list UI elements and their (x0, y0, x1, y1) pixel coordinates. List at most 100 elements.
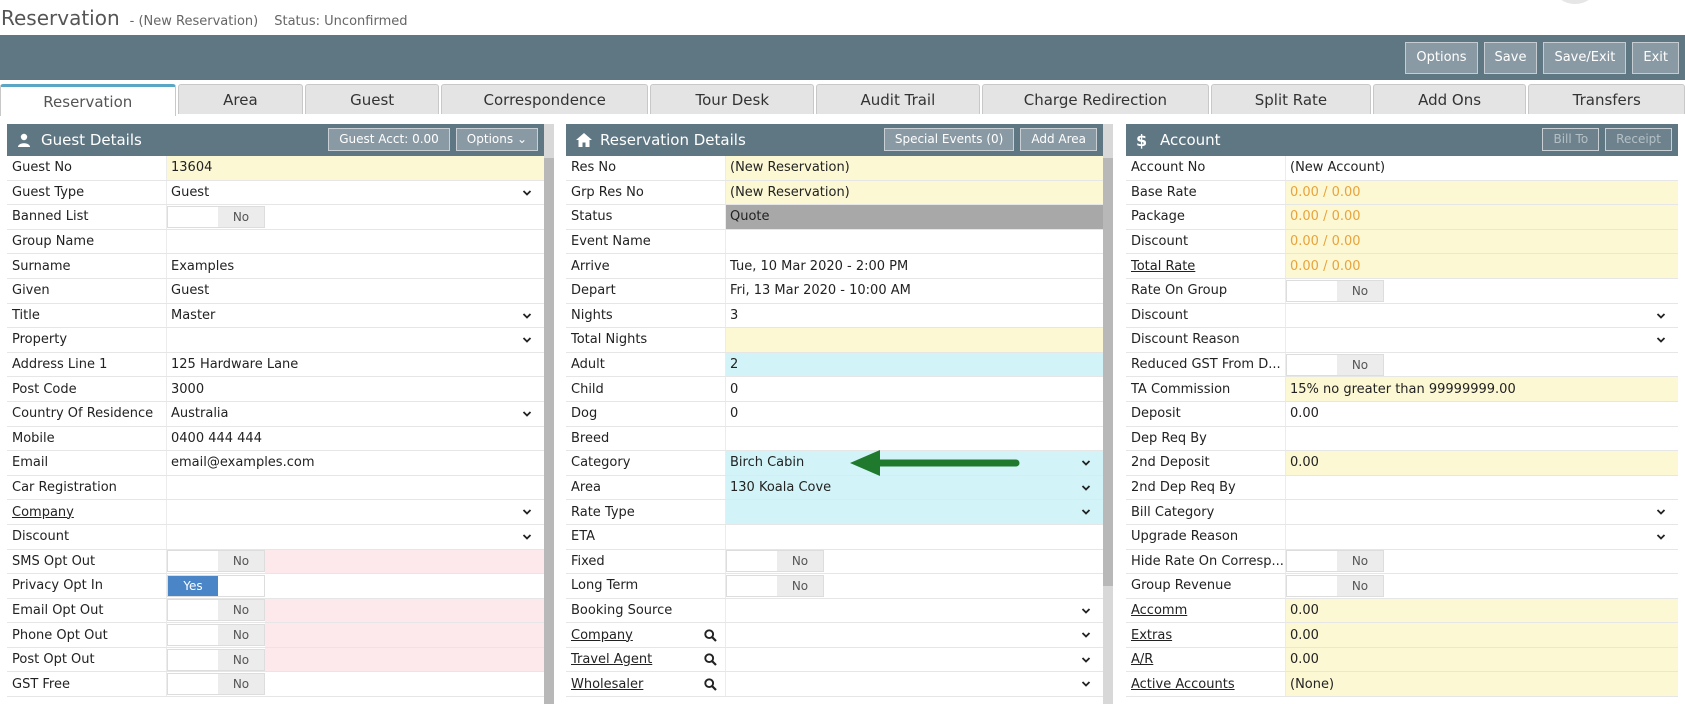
reservation-status-field[interactable]: Quote (726, 205, 1103, 229)
chevron-down-icon[interactable] (522, 335, 532, 345)
account-discount-field[interactable] (1286, 304, 1678, 328)
chevron-down-icon[interactable] (522, 311, 532, 321)
reservation-company-field[interactable] (726, 623, 1103, 647)
reservation-wholesaler-field[interactable] (726, 672, 1103, 696)
guest-given-field[interactable]: Guest (167, 279, 544, 303)
exit-button[interactable]: Exit (1632, 42, 1679, 74)
account-a-r-label[interactable]: A/R (1126, 647, 1286, 672)
options-button[interactable]: Options (1405, 42, 1478, 74)
toggle-switch[interactable]: No (1286, 353, 1384, 376)
chevron-down-icon[interactable] (522, 532, 532, 542)
guest-country-of-residence-field[interactable]: Australia (167, 402, 544, 426)
reservation-company-label[interactable]: Company (566, 623, 726, 647)
tab-tour-desk[interactable]: Tour Desk (650, 84, 815, 114)
account-rate-on-group-field[interactable]: No (1286, 279, 1678, 303)
tab-transfers[interactable]: Transfers (1528, 84, 1685, 114)
guest-email-field[interactable]: email@examples.com (167, 451, 544, 475)
chevron-down-icon[interactable] (522, 188, 532, 198)
reservation-arrive-field[interactable]: Tue, 10 Mar 2020 - 2:00 PM (726, 254, 1103, 278)
chevron-down-icon[interactable] (1081, 679, 1091, 689)
chevron-down-icon[interactable] (522, 409, 532, 419)
guest-guest-type-field[interactable]: Guest (167, 181, 544, 205)
guest-scrollbar[interactable] (544, 124, 554, 704)
guest-email-opt-out-field[interactable]: No (167, 598, 544, 623)
toggle-switch[interactable]: No (1286, 574, 1384, 597)
reservation-event-name-field[interactable] (726, 230, 1103, 254)
guest-banned-list-field[interactable]: No (167, 205, 544, 229)
toggle-switch[interactable]: No (167, 599, 265, 622)
account-accomm-label[interactable]: Accomm (1126, 598, 1286, 623)
save-exit-button[interactable]: Save/Exit (1543, 42, 1627, 74)
reservation-depart-field[interactable]: Fri, 13 Mar 2020 - 10:00 AM (726, 279, 1103, 303)
reservation-scrollbar[interactable] (1103, 124, 1113, 704)
save-button[interactable]: Save (1483, 42, 1538, 74)
guest-gst-free-field[interactable]: No (167, 672, 544, 696)
account-discount-reason-field[interactable] (1286, 328, 1678, 352)
guest-company-field[interactable] (167, 500, 544, 524)
reservation-travel-agent-label[interactable]: Travel Agent (566, 647, 726, 672)
chevron-down-icon[interactable] (1081, 655, 1091, 665)
guest-post-opt-out-field[interactable]: No (167, 647, 544, 672)
account-total-rate-label[interactable]: Total Rate (1126, 254, 1286, 278)
chevron-down-icon[interactable] (522, 507, 532, 517)
tab-audit-trail[interactable]: Audit Trail (816, 84, 980, 114)
guest-phone-opt-out-field[interactable]: No (167, 623, 544, 647)
guest-acct-button[interactable]: Guest Acct: 0.00 (328, 128, 450, 151)
guest-sms-opt-out-field[interactable]: No (167, 549, 544, 574)
toggle-switch[interactable]: No (726, 574, 824, 597)
guest-options-button[interactable]: Options ⌄ (455, 128, 538, 151)
guest-title-field[interactable]: Master (167, 304, 544, 328)
reservation-long-term-field[interactable]: No (726, 574, 1103, 598)
bill-to-button[interactable]: Bill To (1542, 128, 1600, 151)
chevron-down-icon[interactable] (1081, 606, 1091, 616)
account-bill-category-field[interactable] (1286, 500, 1678, 524)
chevron-down-icon[interactable] (1656, 311, 1666, 321)
search-icon[interactable] (704, 678, 717, 691)
reservation-booking-source-field[interactable] (726, 599, 1103, 623)
reservation-area-field[interactable]: 130 Koala Cove (726, 475, 1103, 500)
reservation-child-field[interactable]: 0 (726, 377, 1103, 401)
chevron-down-icon[interactable] (1081, 507, 1091, 517)
account-deposit-field[interactable]: 0.00 (1286, 402, 1678, 426)
guest-discount-field[interactable] (167, 525, 544, 549)
guest-car-registration-field[interactable] (167, 476, 544, 500)
toggle-switch[interactable]: No (167, 205, 265, 228)
reservation-wholesaler-label[interactable]: Wholesaler (566, 672, 726, 697)
guest-surname-field[interactable]: Examples (167, 254, 544, 278)
guest-scrollbar-thumb[interactable] (544, 158, 554, 704)
chevron-down-icon[interactable] (1656, 335, 1666, 345)
account-reduced-gst-from-d-field[interactable]: No (1286, 353, 1678, 377)
tab-add-ons[interactable]: Add Ons (1372, 84, 1527, 114)
guest-mobile-field[interactable]: 0400 444 444 (167, 427, 544, 451)
reservation-dog-field[interactable]: 0 (726, 402, 1103, 426)
tab-reservation[interactable]: Reservation (0, 84, 176, 116)
chevron-down-icon[interactable] (1656, 532, 1666, 542)
toggle-switch[interactable]: No (167, 550, 265, 573)
receipt-button[interactable]: Receipt (1605, 128, 1672, 151)
guest-address-line-1-field[interactable]: 125 Hardware Lane (167, 353, 544, 377)
account-2nd-deposit-field[interactable]: 0.00 (1286, 451, 1678, 475)
toggle-switch[interactable]: No (167, 673, 265, 696)
account-dep-req-by-field[interactable] (1286, 427, 1678, 451)
guest-property-field[interactable] (167, 328, 544, 352)
tab-split-rate[interactable]: Split Rate (1211, 84, 1371, 114)
search-icon[interactable] (704, 628, 717, 642)
guest-privacy-opt-in-field[interactable]: Yes (167, 574, 544, 598)
reservation-breed-field[interactable] (726, 427, 1103, 451)
guest-group-name-field[interactable] (167, 230, 544, 254)
tab-charge-redirection[interactable]: Charge Redirection (981, 84, 1210, 114)
account-hide-rate-on-corresp-field[interactable]: No (1286, 550, 1678, 574)
toggle-switch[interactable]: No (167, 648, 265, 671)
account-upgrade-reason-field[interactable] (1286, 525, 1678, 549)
special-events-button[interactable]: Special Events (0) (883, 128, 1015, 151)
toggle-switch[interactable]: No (726, 550, 824, 573)
chevron-down-icon[interactable] (1081, 458, 1091, 468)
tab-area[interactable]: Area (177, 84, 304, 114)
toggle-switch[interactable]: No (167, 624, 265, 647)
guest-company-label[interactable]: Company (7, 500, 167, 524)
toggle-switch[interactable]: Yes (167, 574, 265, 597)
reservation-adult-field[interactable]: 2 (726, 352, 1103, 377)
account-active-accounts-label[interactable]: Active Accounts (1126, 672, 1286, 697)
chevron-down-icon[interactable] (1081, 483, 1091, 493)
search-icon[interactable] (704, 653, 717, 666)
